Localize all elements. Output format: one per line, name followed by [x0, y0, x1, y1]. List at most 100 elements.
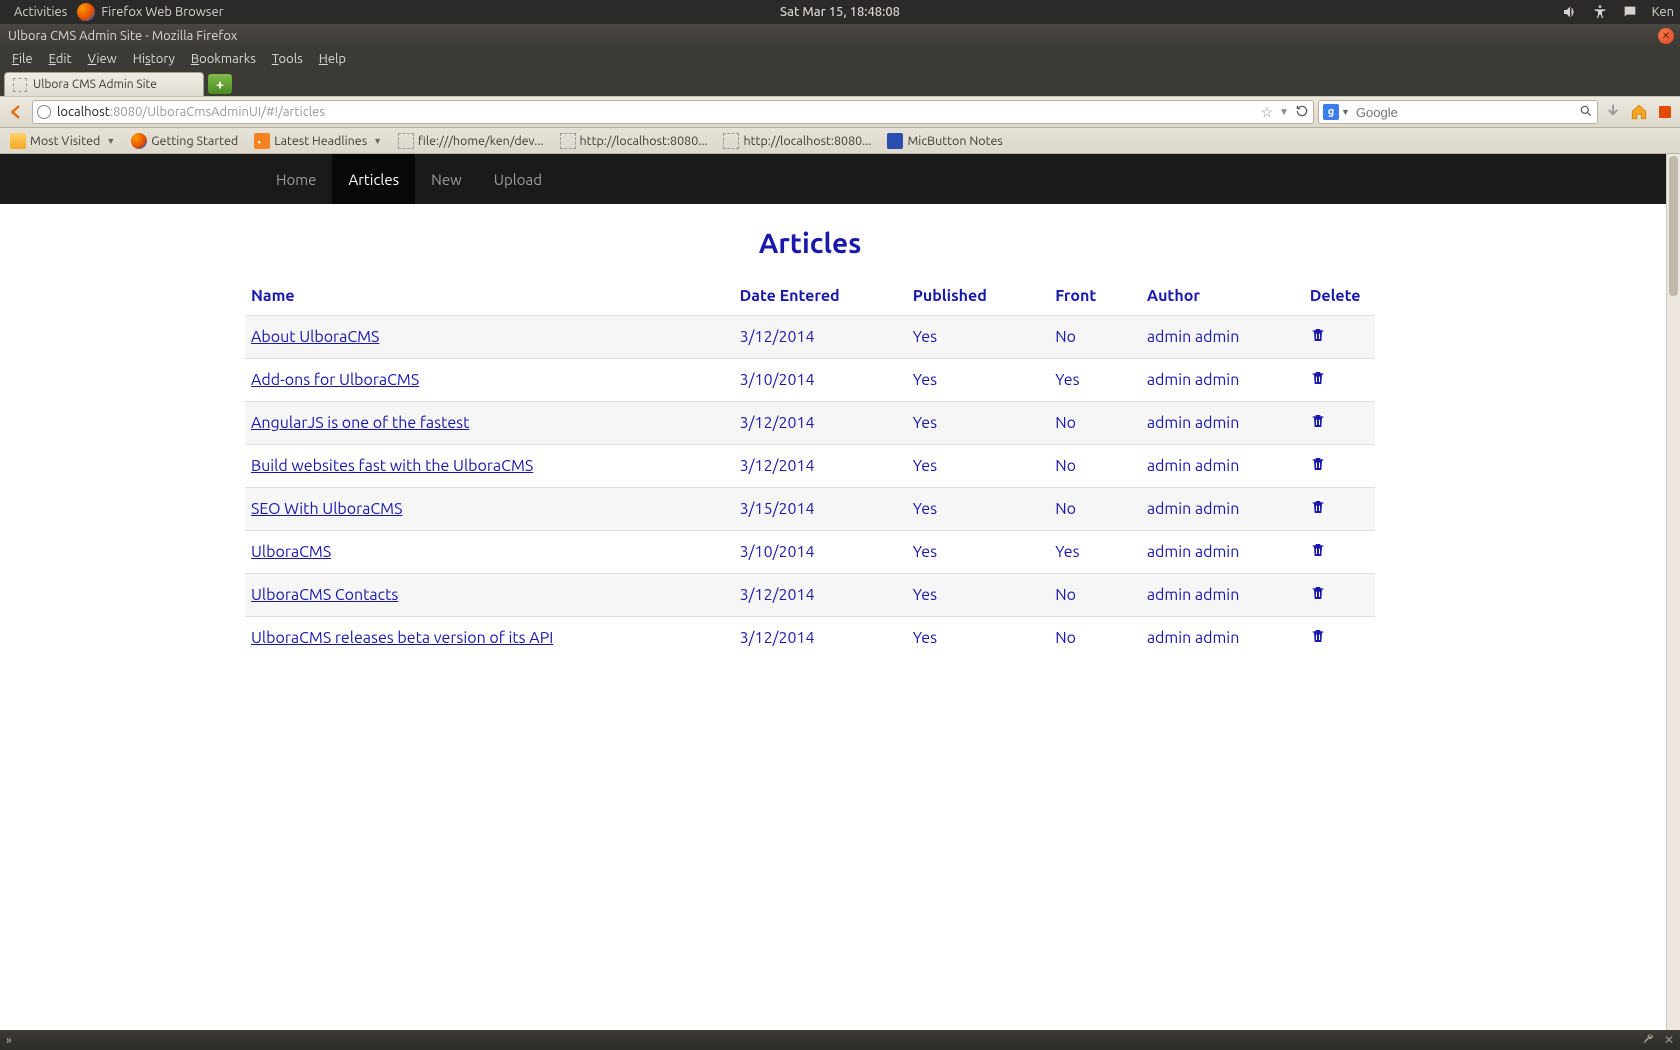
delete-button[interactable] [1310, 502, 1326, 520]
article-link[interactable]: UlboraCMS [251, 543, 331, 561]
delete-button[interactable] [1310, 373, 1326, 391]
search-input[interactable] [1356, 105, 1579, 120]
cell-front: No [1049, 445, 1141, 488]
active-app-label[interactable]: Firefox Web Browser [101, 5, 223, 19]
article-link[interactable]: UlboraCMS Contacts [251, 586, 398, 604]
bookmark-item[interactable]: http://localhost:8080... [554, 131, 714, 151]
bookmark-star-icon[interactable]: ☆ [1261, 104, 1274, 121]
scrollbar-thumb[interactable] [1669, 156, 1678, 296]
menu-tools[interactable]: Tools [264, 50, 311, 68]
article-link[interactable]: Build websites fast with the UlboraCMS [251, 457, 533, 475]
cell-author: admin admin [1141, 617, 1304, 660]
search-engine-icon[interactable]: g [1323, 104, 1339, 120]
menu-help[interactable]: Help [311, 50, 354, 68]
new-tab-button[interactable]: + [208, 74, 232, 94]
bookmark-item[interactable]: MicButton Notes [881, 131, 1008, 151]
menu-history[interactable]: History [125, 50, 183, 68]
delete-button[interactable] [1310, 330, 1326, 348]
nav-new[interactable]: New [415, 154, 478, 204]
window-close-button[interactable]: ✕ [1658, 28, 1674, 44]
cell-published: Yes [907, 359, 1050, 402]
cell-author: admin admin [1141, 531, 1304, 574]
th-date[interactable]: Date Entered [734, 277, 907, 316]
addon-bar-toggle-icon[interactable]: » [6, 1034, 12, 1047]
cell-date: 3/15/2014 [734, 488, 907, 531]
delete-button[interactable] [1310, 631, 1326, 649]
statusbar-close-icon[interactable]: ✕ [1664, 1033, 1674, 1047]
addon-button[interactable] [1654, 101, 1676, 123]
nav-home[interactable]: Home [260, 154, 332, 204]
page-title: Articles [245, 228, 1375, 259]
statusbar-wrench-icon[interactable] [1642, 1033, 1654, 1048]
bookmark-item[interactable]: file:///home/ken/dev... [392, 131, 549, 151]
rss-icon [254, 133, 270, 149]
cell-author: admin admin [1141, 359, 1304, 402]
table-row: About UlboraCMS3/12/2014YesNoadmin admin [245, 316, 1375, 359]
cell-author: admin admin [1141, 402, 1304, 445]
menu-edit[interactable]: Edit [41, 50, 80, 68]
article-link[interactable]: About UlboraCMS [251, 328, 379, 346]
firefox-app-icon [77, 3, 95, 21]
delete-button[interactable] [1310, 545, 1326, 563]
article-link[interactable]: Add-ons for UlboraCMS [251, 371, 419, 389]
gnome-top-panel: Activities Firefox Web Browser Sat Mar 1… [0, 0, 1680, 24]
bookmark-label: file:///home/ken/dev... [418, 134, 543, 148]
clock[interactable]: Sat Mar 15, 18:48:08 [780, 5, 900, 19]
cell-published: Yes [907, 617, 1050, 660]
home-button[interactable] [1628, 101, 1650, 123]
article-link[interactable]: SEO With UlboraCMS [251, 500, 402, 518]
nav-upload[interactable]: Upload [478, 154, 558, 204]
reload-button[interactable] [1295, 104, 1309, 121]
folder-icon [10, 133, 26, 149]
bookmark-item[interactable]: Getting Started [125, 131, 244, 151]
a11y-icon[interactable] [1592, 4, 1608, 20]
menu-file[interactable]: File [4, 50, 41, 68]
th-author[interactable]: Author [1141, 277, 1304, 316]
search-engine-dropdown-icon[interactable]: ▼ [1341, 107, 1350, 117]
table-row: Add-ons for UlboraCMS3/10/2014YesYesadmi… [245, 359, 1375, 402]
search-bar[interactable]: g ▼ [1318, 100, 1598, 124]
article-link[interactable]: UlboraCMS releases beta version of its A… [251, 629, 553, 647]
url-path: :8080/UlboraCmsAdminUI/#!/articles [110, 105, 325, 119]
browser-tab-active[interactable]: Ulbora CMS Admin Site [4, 72, 204, 96]
cell-front: No [1049, 316, 1141, 359]
site-identity-icon[interactable] [37, 105, 51, 119]
user-menu[interactable]: Ken [1652, 5, 1674, 19]
table-row: AngularJS is one of the fastest3/12/2014… [245, 402, 1375, 445]
page-scrollbar[interactable] [1666, 154, 1680, 1030]
th-name[interactable]: Name [245, 277, 734, 316]
downloads-button[interactable] [1602, 101, 1624, 123]
chevron-down-icon: ▼ [373, 136, 382, 146]
bookmark-item[interactable]: Latest Headlines ▼ [248, 131, 388, 151]
app-navbar: Home Articles New Upload [0, 154, 1680, 204]
cell-published: Yes [907, 574, 1050, 617]
th-published[interactable]: Published [907, 277, 1050, 316]
bookmark-label: Getting Started [151, 134, 238, 148]
generic-icon [560, 133, 576, 149]
table-row: UlboraCMS3/10/2014YesYesadmin admin [245, 531, 1375, 574]
delete-button[interactable] [1310, 416, 1326, 434]
bookmark-label: Latest Headlines [274, 134, 367, 148]
search-go-icon[interactable] [1579, 104, 1593, 121]
bookmark-label: http://localhost:8080... [743, 134, 871, 148]
th-front[interactable]: Front [1049, 277, 1141, 316]
bookmark-item[interactable]: Most Visited▼ [4, 131, 121, 151]
tab-favicon [13, 78, 27, 92]
delete-button[interactable] [1310, 588, 1326, 606]
volume-icon[interactable] [1562, 4, 1578, 20]
chat-tray-icon[interactable] [1622, 4, 1638, 20]
menu-bookmarks[interactable]: Bookmarks [183, 50, 264, 68]
delete-button[interactable] [1310, 459, 1326, 477]
cell-published: Yes [907, 316, 1050, 359]
url-history-dropdown-icon[interactable]: ▼ [1279, 106, 1289, 118]
username-label: Ken [1652, 5, 1674, 19]
menu-view[interactable]: View [80, 50, 125, 68]
generic-icon [723, 133, 739, 149]
th-delete[interactable]: Delete [1304, 277, 1375, 316]
nav-articles[interactable]: Articles [332, 154, 415, 204]
activities-button[interactable]: Activities [6, 5, 75, 19]
url-bar[interactable]: localhost:8080/UlboraCmsAdminUI/#!/artic… [32, 100, 1314, 124]
bookmark-item[interactable]: http://localhost:8080... [717, 131, 877, 151]
back-button[interactable] [4, 100, 28, 124]
article-link[interactable]: AngularJS is one of the fastest [251, 414, 469, 432]
